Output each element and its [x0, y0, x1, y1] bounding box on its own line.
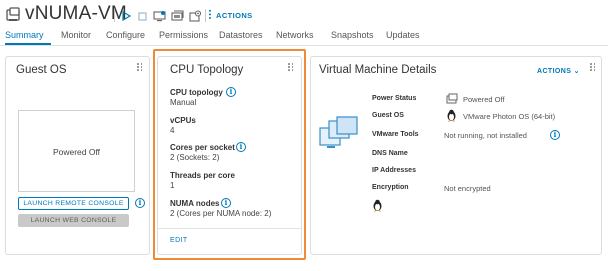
edit-button[interactable]: EDIT	[170, 237, 188, 244]
vm-details-actions-menu[interactable]: ACTIONS ⌄	[537, 67, 580, 75]
launch-web-console-button[interactable]: LAUNCH WEB CONSOLE	[18, 214, 129, 227]
guest-os-label: Guest OS	[372, 112, 404, 119]
tab-networks[interactable]: Networks	[276, 30, 314, 40]
ip-addresses-label: IP Addresses	[372, 167, 416, 174]
cores-per-socket-value: 2 (Sockets: 2)	[170, 153, 220, 162]
guest-os-title: Guest OS	[16, 64, 67, 76]
numa-nodes-label: NUMA nodes	[170, 199, 220, 208]
power-status-value: Powered Off	[463, 95, 505, 104]
tab-updates[interactable]: Updates	[386, 30, 420, 40]
guest-os-value: VMware Photon OS (64-bit)	[463, 112, 556, 121]
info-icon[interactable]: i	[221, 198, 231, 208]
encryption-value: Not encrypted	[444, 184, 491, 193]
threads-per-core-label: Threads per core	[170, 171, 235, 180]
tab-permissions[interactable]: Permissions	[159, 30, 208, 40]
cpu-topology-label: CPU topology	[170, 88, 223, 97]
tab-datastores[interactable]: Datastores	[219, 30, 263, 40]
tabs-divider	[0, 45, 608, 46]
tab-snapshots[interactable]: Snapshots	[331, 30, 374, 40]
toolbar-divider	[205, 9, 206, 22]
drag-handle-icon[interactable]	[590, 63, 596, 71]
power-status-label: Power Status	[372, 95, 417, 102]
console-icon[interactable]	[152, 8, 166, 24]
tab-bar: Summary Monitor Configure Permissions Da…	[0, 30, 608, 46]
drag-handle-icon[interactable]	[288, 63, 294, 71]
card-footer-divider	[157, 228, 302, 229]
encryption-label: Encryption	[372, 184, 409, 191]
vm-title: vNUMA-VM	[25, 3, 127, 24]
cpu-topology-title: CPU Topology	[170, 64, 244, 76]
settings-icon[interactable]	[188, 8, 202, 24]
linux-penguin-icon	[373, 199, 382, 212]
tab-summary[interactable]: Summary	[5, 30, 44, 40]
numa-nodes-value: 2 (Cores per NUMA node: 2)	[170, 209, 272, 218]
vm-powered-off-icon	[446, 93, 458, 104]
info-icon[interactable]: i	[135, 198, 145, 208]
info-icon[interactable]: i	[236, 142, 246, 152]
chevron-down-icon: ⌄	[573, 68, 580, 75]
threads-per-core-value: 1	[170, 181, 175, 190]
tab-monitor[interactable]: Monitor	[61, 30, 91, 40]
virtual-machine-icon	[319, 116, 358, 148]
dns-name-label: DNS Name	[372, 150, 408, 157]
migrate-icon[interactable]	[170, 8, 184, 24]
cores-per-socket-label: Cores per socket	[170, 143, 235, 152]
tab-configure[interactable]: Configure	[106, 30, 145, 40]
preview-status: Powered Off	[52, 147, 101, 157]
linux-penguin-icon	[447, 109, 456, 122]
kebab-icon	[209, 9, 211, 20]
actions-label: ACTIONS	[537, 68, 572, 75]
vcpus-value: 4	[170, 126, 175, 135]
info-icon[interactable]: i	[550, 130, 560, 140]
vcpus-label: vCPUs	[170, 116, 196, 125]
console-preview[interactable]: Powered Off	[18, 110, 135, 192]
info-icon[interactable]: i	[226, 87, 236, 97]
vm-details-title: Virtual Machine Details	[319, 64, 437, 76]
toolbar-divider	[114, 9, 115, 22]
actions-label: ACTIONS	[216, 11, 253, 20]
power-off-icon[interactable]	[136, 8, 148, 24]
actions-menu[interactable]: ACTIONS	[209, 9, 253, 20]
drag-handle-icon[interactable]	[137, 63, 143, 71]
vmware-tools-label: VMware Tools	[372, 131, 419, 138]
cpu-topology-value: Manual	[170, 98, 197, 107]
launch-remote-console-button[interactable]: LAUNCH REMOTE CONSOLE	[18, 197, 129, 210]
vm-icon	[6, 7, 20, 21]
vm-details-card	[310, 56, 602, 255]
power-on-icon[interactable]	[120, 8, 132, 24]
vmware-tools-value: Not running, not installed	[444, 131, 527, 140]
